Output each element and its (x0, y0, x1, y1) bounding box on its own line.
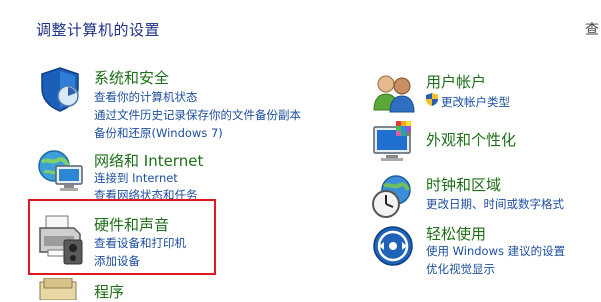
link-change-date-time-format[interactable]: 更改日期、时间或数字格式 (426, 196, 564, 212)
clock-globe-icon[interactable] (370, 174, 416, 220)
printer-speaker-icon[interactable] (36, 212, 86, 266)
link-recommended-settings[interactable]: 使用 Windows 建议的设置 (426, 243, 565, 259)
category-heading-programs[interactable]: 程序 (94, 281, 124, 302)
link-optimize-visual-display[interactable]: 优化视觉显示 (426, 261, 495, 277)
category-heading-hardware-sound[interactable]: 硬件和声音 (94, 214, 169, 235)
ease-of-access-icon[interactable] (372, 225, 414, 267)
uac-shield-icon (426, 93, 438, 106)
link-change-account-type[interactable]: 更改帐户类型 (441, 94, 510, 110)
users-icon[interactable] (372, 70, 416, 114)
category-heading-user-accounts[interactable]: 用户帐户 (426, 71, 486, 92)
link-devices-printers[interactable]: 查看设备和打印机 (94, 235, 186, 251)
shield-icon[interactable] (38, 66, 82, 112)
category-heading-system-security[interactable]: 系统和安全 (94, 67, 169, 88)
category-heading-clock-region[interactable]: 时钟和区域 (426, 174, 501, 195)
link-connect-internet[interactable]: 连接到 Internet (94, 170, 178, 186)
link-file-history-backup[interactable]: 通过文件历史记录保存你的文件备份副本 (94, 107, 301, 123)
link-add-device[interactable]: 添加设备 (94, 253, 140, 269)
network-globe-icon[interactable] (36, 148, 84, 196)
page-title: 调整计算机的设置 (36, 21, 161, 39)
link-view-computer-status[interactable]: 查看你的计算机状态 (94, 89, 198, 105)
appearance-monitor-icon[interactable] (372, 121, 416, 165)
link-backup-restore-win7[interactable]: 备份和还原(Windows 7) (94, 125, 223, 141)
category-heading-ease-of-access[interactable]: 轻松使用 (426, 223, 486, 244)
category-heading-appearance[interactable]: 外观和个性化 (426, 129, 516, 150)
category-heading-network[interactable]: 网络和 Internet (94, 150, 203, 171)
programs-icon[interactable] (38, 278, 82, 300)
view-by-label[interactable]: 查 (585, 19, 599, 39)
